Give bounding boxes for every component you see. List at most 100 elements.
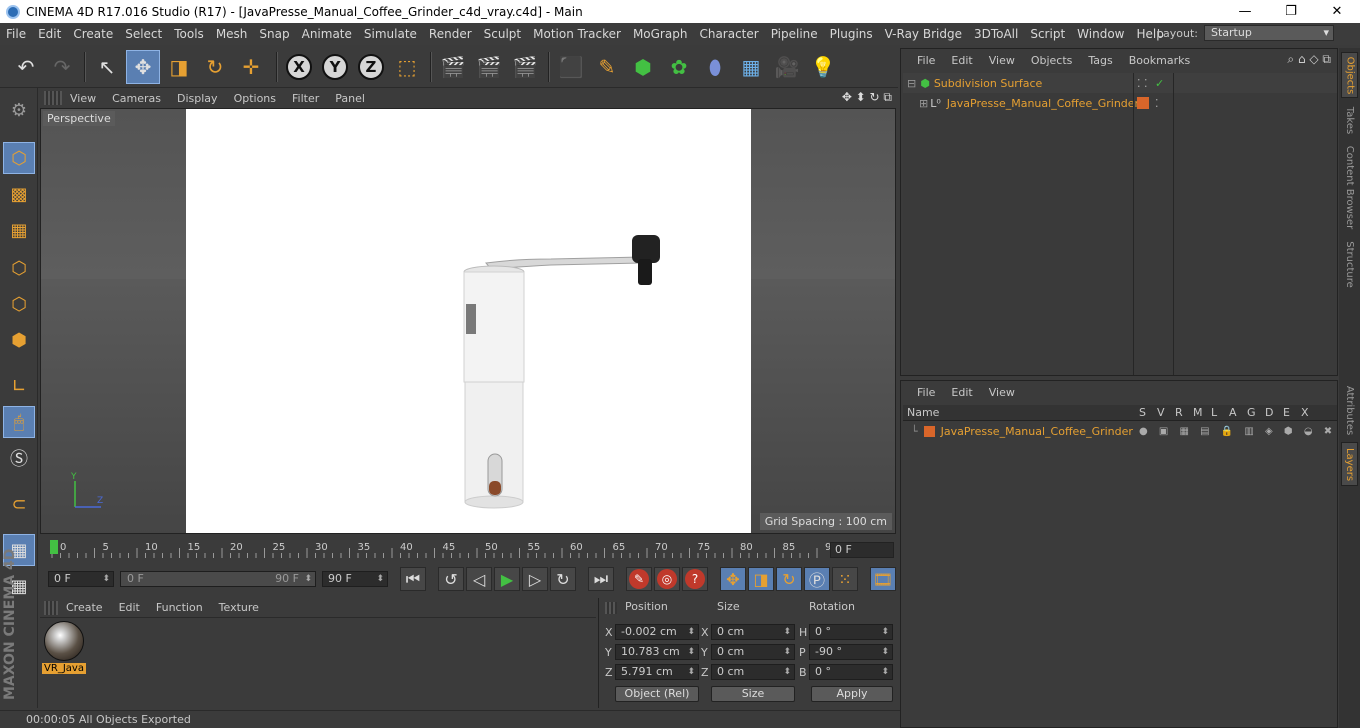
viewport-nav-icons[interactable]: ✥ ⬍ ↻ ⧉: [842, 90, 892, 105]
subdivision-surface-icon[interactable]: ⬢: [626, 50, 660, 84]
render-settings-icon[interactable]: 🎬: [508, 50, 542, 84]
go-to-end-icon[interactable]: ⏭: [588, 567, 614, 591]
camera-label[interactable]: Perspective: [43, 111, 115, 126]
menu-render[interactable]: Render: [423, 27, 478, 41]
redo-icon[interactable]: ↷: [45, 50, 79, 84]
cloner-icon[interactable]: ✿: [662, 50, 696, 84]
position-z-field[interactable]: 5.791 cm: [615, 664, 699, 680]
render-picture-viewer-icon[interactable]: 🎬: [472, 50, 506, 84]
object-name[interactable]: Subdivision Surface: [934, 77, 1042, 90]
material-grip-icon[interactable]: [44, 600, 58, 615]
menu-script[interactable]: Script: [1024, 27, 1071, 41]
layers-menu-edit[interactable]: Edit: [943, 386, 980, 399]
tab-layers[interactable]: Layers: [1341, 442, 1358, 486]
size-y-field[interactable]: 0 cm: [711, 644, 795, 660]
enabled-check-icon[interactable]: ✓: [1155, 77, 1164, 90]
layers-menu-file[interactable]: File: [909, 386, 943, 399]
y-axis-lock-button[interactable]: Y: [318, 50, 352, 84]
menu-motion-tracker[interactable]: Motion Tracker: [527, 27, 627, 41]
collapse-icon[interactable]: ⊟: [907, 77, 916, 90]
start-frame-field[interactable]: 0 F: [48, 571, 114, 587]
expand-icon[interactable]: ⊞: [919, 97, 928, 110]
rotation-b-field[interactable]: 0 °: [809, 664, 893, 680]
deformer-icon[interactable]: ⬮: [698, 50, 732, 84]
previous-key-icon[interactable]: ↺: [438, 567, 464, 591]
layer-flag-icons[interactable]: ● ▣ ▦ ▤ 🔒 ▥ ◈ ⬢ ◒ ✖: [1139, 426, 1336, 437]
position-x-field[interactable]: -0.002 cm: [615, 624, 699, 640]
material-menu-edit[interactable]: Edit: [111, 601, 148, 614]
record-scale-icon[interactable]: ◨: [748, 567, 774, 591]
objects-menu-bookmarks[interactable]: Bookmarks: [1121, 54, 1198, 67]
viewport-grip-icon[interactable]: [44, 91, 62, 105]
visibility-dots[interactable]: ⁚ ⁚: [1137, 77, 1148, 90]
previous-frame-icon[interactable]: ◁: [466, 567, 492, 591]
menu-vray-bridge[interactable]: V-Ray Bridge: [879, 27, 968, 41]
solo-mode-icon[interactable]: Ⓢ: [3, 442, 35, 474]
record-pla-icon[interactable]: ⁙: [832, 567, 858, 591]
menu-window[interactable]: Window: [1071, 27, 1130, 41]
visibility-dots[interactable]: ⁚: [1155, 97, 1159, 110]
menu-sculpt[interactable]: Sculpt: [478, 27, 527, 41]
go-to-start-icon[interactable]: ⏮: [400, 567, 426, 591]
menu-edit[interactable]: Edit: [32, 27, 67, 41]
menu-select[interactable]: Select: [119, 27, 168, 41]
rotate-tool-icon[interactable]: ↻: [198, 50, 232, 84]
coords-grip-icon[interactable]: [605, 602, 617, 614]
viewport-menu-view[interactable]: View: [62, 92, 104, 105]
menu-3dtoall[interactable]: 3DToAll: [968, 27, 1024, 41]
timeline-ruler[interactable]: 051015202530354045505560657075808590: [50, 540, 830, 560]
object-row[interactable]: ⊟ ⬢ Subdivision Surface ⁚ ⁚ ✓: [903, 73, 1337, 93]
tab-structure[interactable]: Structure: [1341, 236, 1358, 292]
scale-tool-icon[interactable]: ◨: [162, 50, 196, 84]
coordinate-system-icon[interactable]: ⬚: [390, 50, 424, 84]
floor-icon[interactable]: ▦: [734, 50, 768, 84]
size-mode-dropdown[interactable]: Size: [711, 686, 795, 702]
menu-simulate[interactable]: Simulate: [358, 27, 423, 41]
axis-mode-icon[interactable]: ∟: [3, 370, 35, 402]
menu-snap[interactable]: Snap: [253, 27, 295, 41]
render-view-icon[interactable]: 🎬: [436, 50, 470, 84]
objects-menu-file[interactable]: File: [909, 54, 943, 67]
menu-mesh[interactable]: Mesh: [210, 27, 254, 41]
snap-icon[interactable]: ⊂: [3, 488, 35, 520]
move-tool-icon[interactable]: ✥: [126, 50, 160, 84]
object-name[interactable]: JavaPresse_Manual_Coffee_Grinder: [947, 97, 1139, 110]
tweak-mode-icon[interactable]: 🖱: [3, 406, 35, 438]
menu-file[interactable]: File: [0, 27, 32, 41]
menu-character[interactable]: Character: [693, 27, 764, 41]
viewport-menu-options[interactable]: Options: [226, 92, 284, 105]
maximize-button[interactable]: ❐: [1268, 0, 1314, 23]
viewport-menu-display[interactable]: Display: [169, 92, 226, 105]
material-menu-create[interactable]: Create: [58, 601, 111, 614]
texture-mode-icon[interactable]: ▩: [3, 178, 35, 210]
points-mode-icon[interactable]: ⬡: [3, 252, 35, 284]
record-parameter-icon[interactable]: Ⓟ: [804, 567, 830, 591]
layer-row[interactable]: └ JavaPresse_Manual_Coffee_Grinder ● ▣ ▦…: [903, 421, 1337, 441]
size-x-field[interactable]: 0 cm: [711, 624, 795, 640]
tab-attributes[interactable]: Attributes: [1341, 380, 1358, 440]
live-selection-icon[interactable]: ↖: [90, 50, 124, 84]
size-z-field[interactable]: 0 cm: [711, 664, 795, 680]
tab-takes[interactable]: Takes: [1341, 100, 1358, 140]
menu-plugins[interactable]: Plugins: [824, 27, 879, 41]
rotation-h-field[interactable]: 0 °: [809, 624, 893, 640]
rotation-p-field[interactable]: -90 °: [809, 644, 893, 660]
tab-objects[interactable]: Objects: [1341, 52, 1358, 98]
objects-menu-view[interactable]: View: [981, 54, 1023, 67]
objects-menu-tags[interactable]: Tags: [1080, 54, 1120, 67]
make-editable-icon[interactable]: ⚙: [3, 94, 35, 126]
material-swatch[interactable]: VR_Java: [42, 620, 86, 678]
x-axis-lock-button[interactable]: X: [282, 50, 316, 84]
playhead[interactable]: [50, 540, 58, 554]
layers-menu-view[interactable]: View: [981, 386, 1023, 399]
close-button[interactable]: ✕: [1314, 0, 1360, 23]
menu-mograph[interactable]: MoGraph: [627, 27, 694, 41]
z-axis-lock-button[interactable]: Z: [354, 50, 388, 84]
light-icon[interactable]: 💡: [806, 50, 840, 84]
menu-create[interactable]: Create: [67, 27, 119, 41]
cube-primitive-icon[interactable]: ⬛: [554, 50, 588, 84]
menu-pipeline[interactable]: Pipeline: [765, 27, 824, 41]
record-position-icon[interactable]: ✥: [720, 567, 746, 591]
object-manager-search-icon[interactable]: ⌕ ⌂ ◇ ⧉: [1287, 52, 1331, 67]
timeline-window-icon[interactable]: 🎞: [870, 567, 896, 591]
